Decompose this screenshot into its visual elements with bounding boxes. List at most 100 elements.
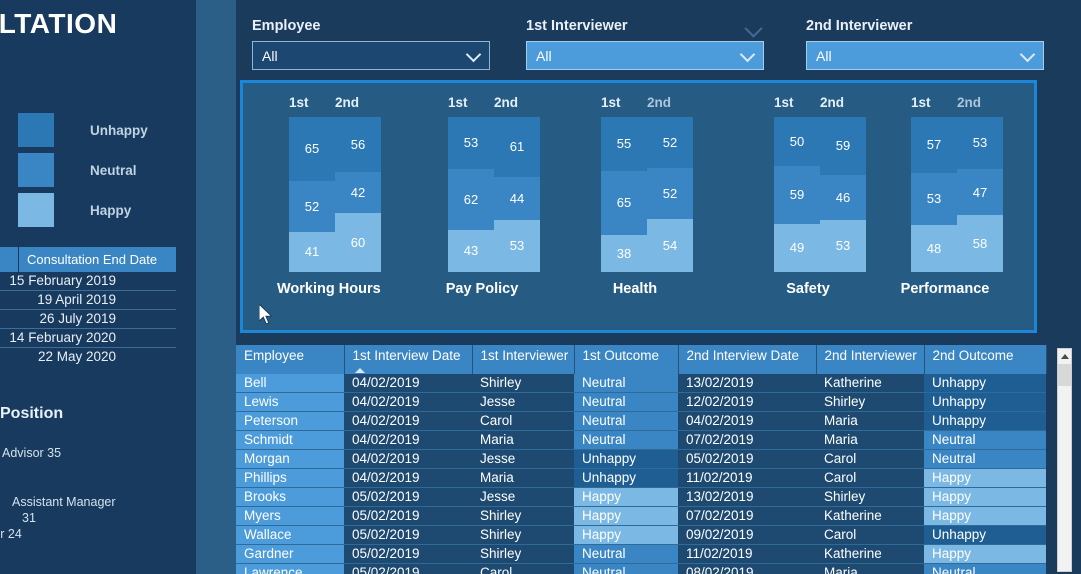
cell-employee[interactable]: Wallace bbox=[236, 525, 344, 545]
column-header-1st-interviewer[interactable]: 1st Interviewer bbox=[472, 345, 575, 374]
cell-1st-outcome[interactable]: Neutral bbox=[574, 392, 678, 412]
cell-employee[interactable]: Phillips bbox=[236, 468, 344, 488]
cell-1st-interview-date[interactable]: 05/02/2019 bbox=[344, 544, 472, 564]
cell-2nd-outcome[interactable]: Happy bbox=[924, 468, 1046, 488]
scrollbar-thumb[interactable] bbox=[1058, 364, 1071, 386]
bar-segment-unhappy[interactable]: 65 bbox=[289, 117, 335, 181]
end-date-row[interactable]: 15 February 2019 bbox=[0, 272, 176, 291]
bar-segment-unhappy[interactable]: 61 bbox=[494, 117, 540, 177]
cell-2nd-interview-date[interactable]: 07/02/2019 bbox=[678, 430, 816, 450]
cell-employee[interactable]: Brooks bbox=[236, 487, 344, 507]
bar-segment-happy[interactable]: 53 bbox=[820, 220, 866, 272]
cell-2nd-outcome[interactable]: Unhappy bbox=[924, 411, 1046, 431]
cell-2nd-interviewer[interactable]: Maria bbox=[816, 563, 924, 574]
bar-segment-neutral[interactable]: 52 bbox=[289, 180, 335, 232]
end-date-row[interactable]: 14 February 2020 bbox=[0, 329, 176, 348]
cell-1st-interviewer[interactable]: Maria bbox=[472, 468, 574, 488]
table-vertical-scrollbar[interactable] bbox=[1057, 348, 1072, 572]
bar-segment-neutral[interactable]: 47 bbox=[957, 168, 1003, 216]
bar-column-2nd[interactable]: 59 46 53 bbox=[820, 117, 866, 272]
cell-2nd-outcome[interactable]: Unhappy bbox=[924, 525, 1046, 545]
bar-segment-happy[interactable]: 48 bbox=[911, 224, 957, 272]
bar-segment-happy[interactable]: 41 bbox=[289, 231, 335, 272]
end-date-row[interactable]: 26 July 2019 bbox=[0, 310, 176, 329]
cell-1st-interview-date[interactable]: 05/02/2019 bbox=[344, 506, 472, 526]
column-header-1st-outcome[interactable]: 1st Outcome bbox=[574, 345, 679, 374]
legend-item-neutral[interactable]: Neutral bbox=[18, 150, 148, 190]
cell-1st-interview-date[interactable]: 04/02/2019 bbox=[344, 374, 472, 393]
cell-2nd-outcome[interactable]: Happy bbox=[924, 487, 1046, 507]
end-date-row[interactable]: 19 April 2019 bbox=[0, 291, 176, 310]
bar-column-2nd[interactable]: 56 42 60 bbox=[335, 117, 381, 272]
cell-1st-interviewer[interactable]: Maria bbox=[472, 430, 574, 450]
cell-2nd-interview-date[interactable]: 04/02/2019 bbox=[678, 411, 816, 431]
cell-1st-outcome[interactable]: Neutral bbox=[574, 544, 678, 564]
cell-1st-interview-date[interactable]: 05/02/2019 bbox=[344, 487, 472, 507]
cell-employee[interactable]: Morgan bbox=[236, 449, 344, 469]
cell-2nd-outcome[interactable]: Happy bbox=[924, 506, 1046, 526]
consultation-table[interactable]: Employee 1st Interview Date 1st Intervie… bbox=[236, 345, 1081, 574]
table-row[interactable]: Lawrence 05/02/2019 Carol Neutral 08/02/2019… bbox=[236, 563, 1046, 574]
bar-segment-unhappy[interactable]: 56 bbox=[335, 117, 381, 172]
table-row[interactable]: Myers 05/02/2019 Shirley Happy 07/02/2019 Kat… bbox=[236, 506, 1046, 526]
bar-segment-unhappy[interactable]: 53 bbox=[957, 117, 1003, 169]
cell-2nd-interview-date[interactable]: 13/02/2019 bbox=[678, 487, 816, 507]
bar-segment-happy[interactable]: 60 bbox=[335, 213, 381, 272]
column-header-2nd-interviewer[interactable]: 2nd Interviewer bbox=[816, 345, 925, 374]
table-row[interactable]: Morgan 04/02/2019 Jesse Unhappy 05/02/2019 Ca… bbox=[236, 449, 1046, 469]
table-row[interactable]: Wallace 05/02/2019 Shirley Happy 09/02/2019 C… bbox=[236, 525, 1046, 545]
cell-1st-interview-date[interactable]: 05/02/2019 bbox=[344, 563, 472, 574]
outcome-stacked-bar-chart[interactable]: 1st 2nd 65 52 41 56 42 60 Working Hours 1st 2nd 53 6… bbox=[240, 80, 1037, 333]
table-row[interactable]: Brooks 05/02/2019 Jesse Happy 13/02/2019 Shir… bbox=[236, 487, 1046, 507]
bar-column-1st[interactable]: 50 59 49 bbox=[774, 117, 820, 272]
table-row[interactable]: Lewis 04/02/2019 Jesse Neutral 12/02/2019 Shi… bbox=[236, 392, 1046, 412]
cell-1st-interview-date[interactable]: 04/02/2019 bbox=[344, 392, 472, 412]
bar-segment-unhappy[interactable]: 55 bbox=[601, 117, 647, 171]
cell-employee[interactable]: Myers bbox=[236, 506, 344, 526]
legend-item-unhappy[interactable]: Unhappy bbox=[18, 110, 148, 150]
bar-column-1st[interactable]: 57 53 48 bbox=[911, 117, 957, 272]
bar-segment-happy[interactable]: 38 bbox=[601, 234, 647, 272]
bar-segment-unhappy[interactable]: 59 bbox=[820, 117, 866, 175]
bar-column-2nd[interactable]: 53 47 58 bbox=[957, 117, 1003, 272]
cell-1st-outcome[interactable]: Neutral bbox=[574, 374, 678, 393]
cell-1st-outcome[interactable]: Happy bbox=[574, 487, 678, 507]
bar-column-1st[interactable]: 53 62 43 bbox=[448, 117, 494, 272]
table-row[interactable]: Peterson 04/02/2019 Carol Neutral 04/02/2019… bbox=[236, 411, 1046, 431]
bar-segment-neutral[interactable]: 46 bbox=[820, 174, 866, 220]
cell-2nd-interviewer[interactable]: Carol bbox=[816, 468, 924, 488]
cell-2nd-outcome[interactable]: Unhappy bbox=[924, 392, 1046, 412]
bar-column-1st[interactable]: 65 52 41 bbox=[289, 117, 335, 272]
cell-2nd-interviewer[interactable]: Maria bbox=[816, 411, 924, 431]
cell-1st-outcome[interactable]: Neutral bbox=[574, 430, 678, 450]
cell-2nd-interview-date[interactable]: 07/02/2019 bbox=[678, 506, 816, 526]
bar-segment-neutral[interactable]: 65 bbox=[601, 170, 647, 235]
cell-2nd-interview-date[interactable]: 08/02/2019 bbox=[678, 563, 816, 574]
cell-1st-interviewer[interactable]: Shirley bbox=[472, 374, 574, 393]
cell-1st-interviewer[interactable]: Shirley bbox=[472, 525, 574, 545]
bar-segment-neutral[interactable]: 52 bbox=[647, 168, 693, 219]
cell-1st-interviewer[interactable]: Shirley bbox=[472, 544, 574, 564]
bar-segment-neutral[interactable]: 59 bbox=[774, 166, 820, 224]
cell-1st-outcome[interactable]: Unhappy bbox=[574, 468, 678, 488]
cell-2nd-outcome[interactable]: Neutral bbox=[924, 430, 1046, 450]
cell-2nd-interviewer[interactable]: Katherine bbox=[816, 544, 924, 564]
table-row[interactable]: Phillips 04/02/2019 Maria Unhappy 11/02/2019… bbox=[236, 468, 1046, 488]
cell-employee[interactable]: Peterson bbox=[236, 411, 344, 431]
cell-2nd-outcome[interactable]: Neutral bbox=[924, 449, 1046, 469]
cell-2nd-interviewer[interactable]: Shirley bbox=[816, 392, 924, 412]
filter-second-interviewer-select[interactable]: All bbox=[806, 41, 1044, 70]
cell-1st-outcome[interactable]: Neutral bbox=[574, 563, 678, 574]
bar-segment-unhappy[interactable]: 53 bbox=[448, 117, 494, 169]
filter-employee-select[interactable]: All bbox=[252, 41, 490, 70]
bar-segment-neutral[interactable]: 62 bbox=[448, 168, 494, 230]
bar-segment-happy[interactable]: 54 bbox=[647, 219, 693, 272]
scroll-up-icon[interactable] bbox=[1058, 349, 1071, 364]
cell-1st-interview-date[interactable]: 04/02/2019 bbox=[344, 430, 472, 450]
column-header-1st-interview-date[interactable]: 1st Interview Date bbox=[344, 345, 473, 374]
bar-segment-neutral[interactable]: 53 bbox=[911, 172, 957, 225]
cell-1st-outcome[interactable]: Unhappy bbox=[574, 449, 678, 469]
cell-employee[interactable]: Gardner bbox=[236, 544, 344, 564]
cell-2nd-interviewer[interactable]: Katherine bbox=[816, 374, 924, 393]
bar-column-2nd[interactable]: 61 44 53 bbox=[494, 117, 540, 272]
